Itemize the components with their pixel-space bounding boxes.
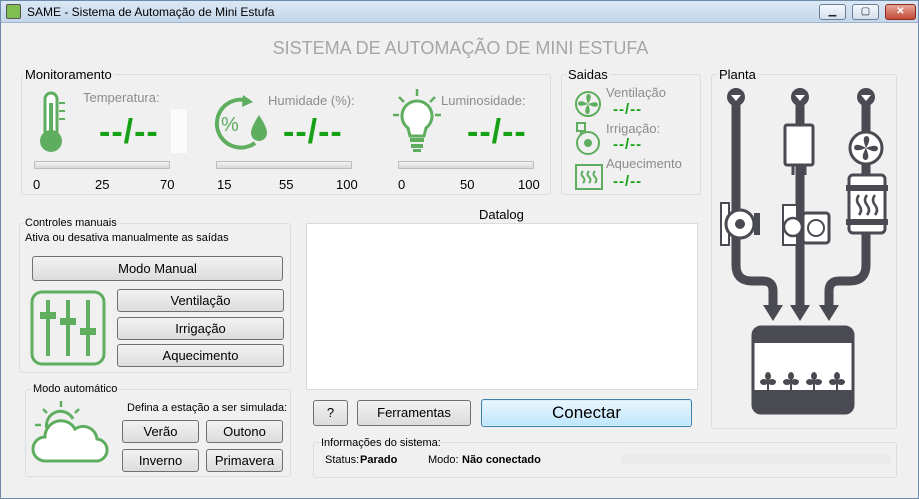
irrigation-toggle-button[interactable]: Irrigação <box>117 317 284 340</box>
system-info-title: Informações do sistema: <box>321 437 441 449</box>
monitoring-title: Monitoramento <box>23 67 114 82</box>
thermometer-icon <box>40 91 65 152</box>
ventilation-toggle-button[interactable]: Ventilação <box>117 289 284 312</box>
temperature-value: --/-- <box>99 113 159 151</box>
spring-button[interactable]: Primavera <box>206 449 283 472</box>
humidity-min: 15 <box>217 177 232 192</box>
maximize-button[interactable]: ▢ <box>852 4 879 20</box>
heating-value: --/-- <box>613 173 643 190</box>
ventilation-value: --/-- <box>613 101 643 118</box>
connect-button[interactable]: Conectar <box>481 399 692 427</box>
humidity-max: 100 <box>336 177 358 192</box>
datalog-textarea[interactable] <box>306 223 698 390</box>
window-title: SAME - Sistema de Automação de Mini Estu… <box>27 5 275 19</box>
minimize-button[interactable]: ▁ <box>819 4 846 20</box>
temperature-max: 70 <box>160 177 175 192</box>
close-button[interactable]: ✕ <box>885 4 916 20</box>
heating-toggle-button[interactable]: Aquecimento <box>117 344 284 367</box>
irrigation-label: Irrigação: <box>606 121 661 136</box>
temperature-panel-edge <box>171 109 187 153</box>
temperature-mid: 25 <box>95 177 110 192</box>
svg-text:%: % <box>221 114 239 136</box>
autumn-button[interactable]: Outono <box>206 420 283 443</box>
ventilation-label: Ventilação <box>606 85 666 100</box>
sliders-icon <box>30 290 106 366</box>
temperature-min: 0 <box>33 177 41 192</box>
luminosity-max: 100 <box>518 177 540 192</box>
mode-value: Não conectado <box>462 454 541 466</box>
status-value: Parado <box>360 454 398 466</box>
app-icon <box>6 4 21 19</box>
heater-icon <box>575 164 603 190</box>
datalog-title: Datalog <box>479 207 524 222</box>
valve-icons <box>727 88 875 106</box>
close-icon: ✕ <box>896 6 905 17</box>
manual-mode-button[interactable]: Modo Manual <box>32 256 283 281</box>
title-bar: SAME - Sistema de Automação de Mini Estu… <box>1 1 918 23</box>
minimize-icon: ▁ <box>828 6 837 17</box>
heating-label: Aquecimento <box>606 156 682 171</box>
plant-diagram <box>720 88 888 415</box>
mode-label: Modo: <box>428 454 459 466</box>
luminosity-value: --/-- <box>467 113 527 151</box>
fan-icon <box>575 91 601 117</box>
automatic-mode-title: Modo automático <box>31 383 120 395</box>
humidity-value: --/-- <box>283 113 343 151</box>
temperature-label: Temperatura: <box>83 90 160 105</box>
temperature-trackbar[interactable] <box>34 161 170 169</box>
summer-button[interactable]: Verão <box>122 420 199 443</box>
weather-icon <box>31 401 109 463</box>
irrigation-value: --/-- <box>613 136 643 153</box>
manual-controls-title: Controles manuais <box>23 217 119 229</box>
humidity-mid: 55 <box>279 177 294 192</box>
plant-title: Planta <box>717 67 758 82</box>
luminosity-label: Luminosidade: <box>441 93 526 108</box>
luminosity-min: 0 <box>398 177 406 192</box>
luminosity-trackbar[interactable] <box>398 161 534 169</box>
app-heading: SISTEMA DE AUTOMAÇÃO DE MINI ESTUFA <box>272 38 649 58</box>
lightbulb-icon <box>393 89 441 152</box>
luminosity-mid: 50 <box>460 177 475 192</box>
winter-button[interactable]: Inverno <box>122 449 199 472</box>
status-progress-bar <box>621 454 891 464</box>
outputs-title: Saidas <box>566 67 610 82</box>
manual-controls-subtitle: Ativa ou desativa manualmente as saídas <box>25 232 229 244</box>
maximize-icon: ▢ <box>860 6 871 17</box>
humidity-label: Humidade (%): <box>268 93 355 108</box>
humidity-icon: % <box>214 95 267 150</box>
app-window: SAME - Sistema de Automação de Mini Estu… <box>0 0 919 499</box>
status-label: Status: <box>325 454 360 466</box>
help-button[interactable]: ? <box>313 400 348 426</box>
tools-button[interactable]: Ferramentas <box>357 400 471 426</box>
pump-icon <box>576 122 600 155</box>
automatic-mode-subtitle: Defina a estação a ser simulada: <box>127 402 288 414</box>
humidity-trackbar[interactable] <box>216 161 352 169</box>
